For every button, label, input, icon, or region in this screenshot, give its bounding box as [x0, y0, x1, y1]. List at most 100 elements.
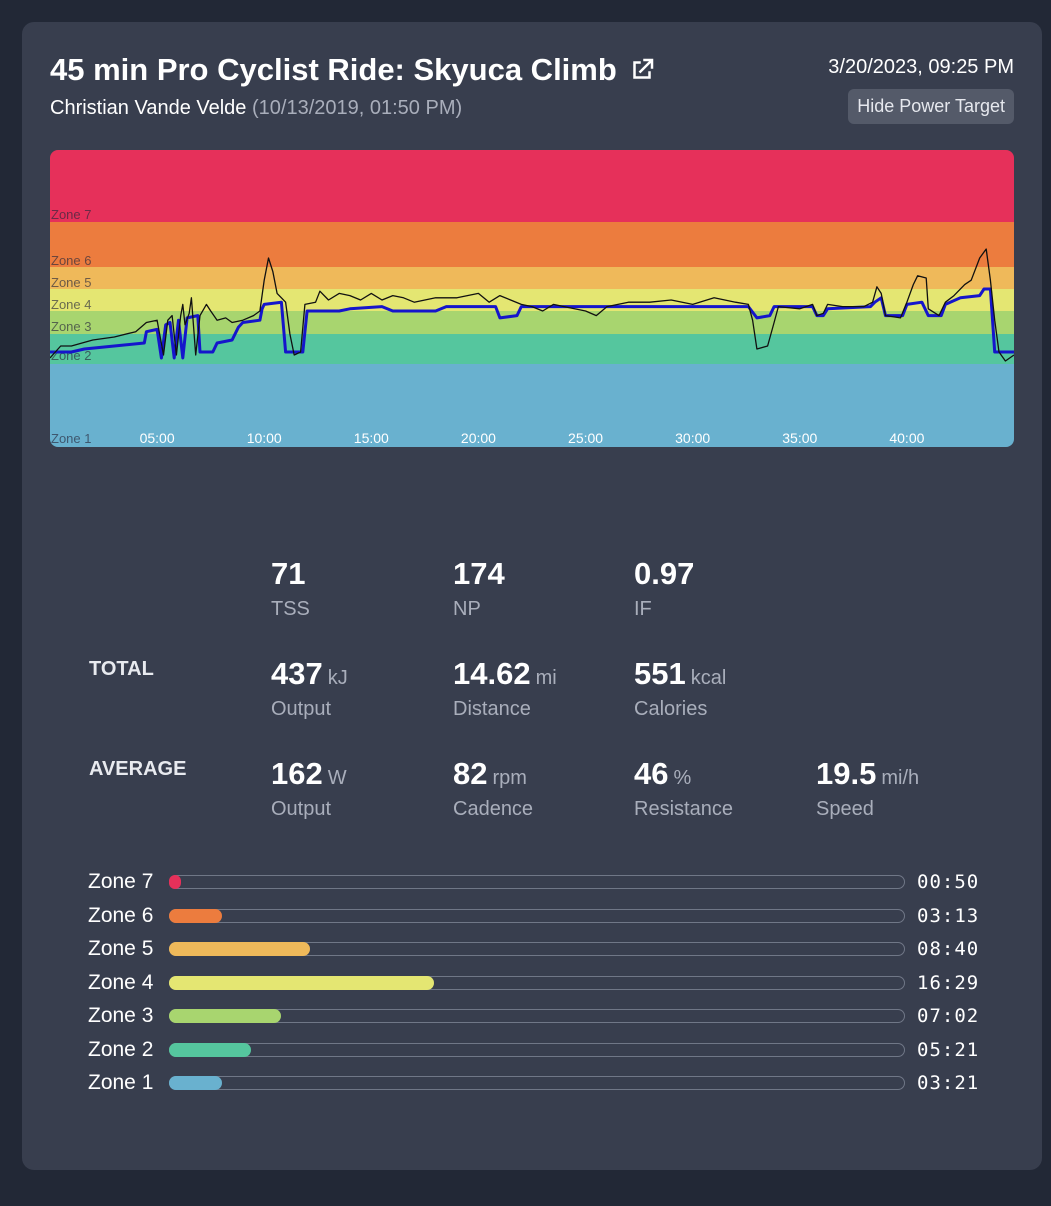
zone-label: Zone 1	[51, 431, 91, 446]
zone-band-5	[50, 267, 1014, 289]
zone-row-7: Zone 7 00:50	[88, 870, 988, 893]
zone-time: 07:02	[917, 1005, 980, 1027]
stat-avg-speed: 19.5 mi/h Speed	[816, 756, 919, 821]
zone-bar-fill	[169, 1009, 281, 1023]
ride-datetime: 3/20/2023, 09:25 PM	[828, 56, 1014, 78]
ride-title-text[interactable]: 45 min Pro Cyclist Ride: Skyuca Climb	[50, 52, 617, 88]
zone-time: 00:50	[917, 871, 980, 893]
zone-time: 16:29	[917, 972, 980, 994]
stat-value: 71	[271, 556, 306, 591]
stat-value: 174	[453, 556, 505, 591]
x-tick-label: 20:00	[461, 430, 496, 446]
power-chart-svg: Zone 1Zone 2Zone 3Zone 4Zone 5Zone 6Zone…	[50, 150, 1014, 447]
stat-unit: kcal	[690, 667, 727, 689]
zone-time: 03:13	[917, 905, 980, 927]
stat-value: 19.5	[816, 756, 877, 791]
x-tick-label: 15:00	[354, 430, 389, 446]
zone-bar-fill	[169, 1043, 251, 1057]
zone-band-6	[50, 222, 1014, 267]
stat-unit: W	[327, 767, 347, 789]
zone-bar-track	[169, 909, 905, 923]
stat-value: 437	[271, 656, 323, 691]
zone-bar-fill	[169, 875, 181, 889]
zone-name: Zone 1	[88, 1071, 154, 1094]
zone-bar-track	[169, 1043, 905, 1057]
stat-avg-output: 162 W Output	[271, 756, 347, 821]
zone-band-3	[50, 311, 1014, 334]
zone-time: 08:40	[917, 938, 980, 960]
power-zone-chart: Zone 1 Zone 2 Zone 3 Zone 4 Zone 5 Zone 6 Zone…	[50, 150, 1014, 447]
zone-label: Zone 3	[51, 319, 91, 334]
zone-bar-track	[169, 976, 905, 990]
zone-row-5: Zone 5 08:40	[88, 937, 988, 960]
zone-band-1	[50, 364, 1014, 447]
ride-title[interactable]: 45 min Pro Cyclist Ride: Skyuca Climb	[50, 52, 657, 88]
x-tick-label: 40:00	[889, 430, 924, 446]
zone-row-4: Zone 4 16:29	[88, 971, 988, 994]
stat-label: Calories	[634, 698, 708, 720]
zone-name: Zone 6	[88, 904, 154, 927]
zone-name: Zone 7	[88, 870, 154, 893]
stat-label: TSS	[271, 598, 310, 620]
zone-row-6: Zone 6 03:13	[88, 904, 988, 927]
x-tick-label: 05:00	[140, 430, 175, 446]
hide-power-target-button[interactable]: Hide Power Target	[848, 89, 1014, 124]
zone-name: Zone 3	[88, 1004, 154, 1027]
zone-name: Zone 4	[88, 971, 154, 994]
x-tick-label: 25:00	[568, 430, 603, 446]
zone-label: Zone 5	[51, 275, 91, 290]
ride-subtitle: Christian Vande Velde (10/13/2019, 01:50…	[50, 97, 462, 120]
stat-label: Distance	[453, 698, 531, 720]
zone-bar-fill	[169, 976, 434, 990]
zone-bar-fill	[169, 909, 222, 923]
zone-bar-track	[169, 875, 905, 889]
stat-label: Resistance	[634, 798, 733, 820]
zone-bar-track	[169, 1009, 905, 1023]
stat-total-distance: 14.62 mi Distance	[453, 656, 557, 721]
class-date: (10/13/2019, 01:50 PM)	[252, 97, 463, 119]
stat-unit: rpm	[492, 767, 527, 789]
stat-unit: %	[673, 767, 692, 789]
zone-bar-fill	[169, 942, 310, 956]
stat-value: 551	[634, 656, 686, 691]
stat-label: Speed	[816, 798, 874, 820]
zone-label: Zone 7	[51, 207, 91, 222]
zone-row-1: Zone 1 03:21	[88, 1071, 988, 1094]
stat-label: IF	[634, 598, 652, 620]
zone-name: Zone 5	[88, 937, 154, 960]
external-link-icon[interactable]	[627, 55, 657, 85]
x-tick-label: 10:00	[247, 430, 282, 446]
instructor-name: Christian Vande Velde	[50, 97, 247, 119]
stat-total-output: 437 kJ Output	[271, 656, 348, 721]
stat-value: 0.97	[634, 556, 695, 591]
stat-unit: mi	[535, 667, 557, 689]
zone-time: 03:21	[917, 1072, 980, 1094]
stat-unit: mi/h	[881, 767, 920, 789]
zone-band-7	[50, 150, 1014, 222]
stat-label: Cadence	[453, 798, 534, 820]
zone-row-3: Zone 3 07:02	[88, 1004, 988, 1027]
zone-bar-fill	[169, 1076, 222, 1090]
stat-total-calories: 551 kcal Calories	[634, 656, 726, 721]
zone-time: 05:21	[917, 1039, 980, 1061]
zone-label: Zone 6	[51, 253, 91, 268]
stat-np: 174 NP	[453, 556, 505, 621]
stat-avg-resistance: 46% Resistance	[634, 756, 733, 821]
stat-unit: kJ	[327, 667, 348, 689]
zone-bar-track	[169, 942, 905, 956]
stat-label: Output	[271, 698, 332, 720]
ride-card: 45 min Pro Cyclist Ride: Skyuca Climb Ch…	[22, 22, 1042, 1170]
stat-label: Output	[271, 798, 332, 820]
stat-label: NP	[453, 598, 481, 620]
stat-value: 162	[271, 756, 323, 791]
average-row-label: AVERAGE	[89, 758, 187, 780]
stat-value: 14.62	[453, 656, 531, 691]
stat-if: 0.97 IF	[634, 556, 694, 621]
zone-bar-track	[169, 1076, 905, 1090]
zone-name: Zone 2	[88, 1038, 154, 1061]
stat-value: 82	[453, 756, 488, 791]
zone-label: Zone 4	[51, 297, 91, 312]
stat-avg-cadence: 82 rpm Cadence	[453, 756, 533, 821]
x-tick-label: 30:00	[675, 430, 710, 446]
total-row-label: TOTAL	[89, 658, 154, 680]
